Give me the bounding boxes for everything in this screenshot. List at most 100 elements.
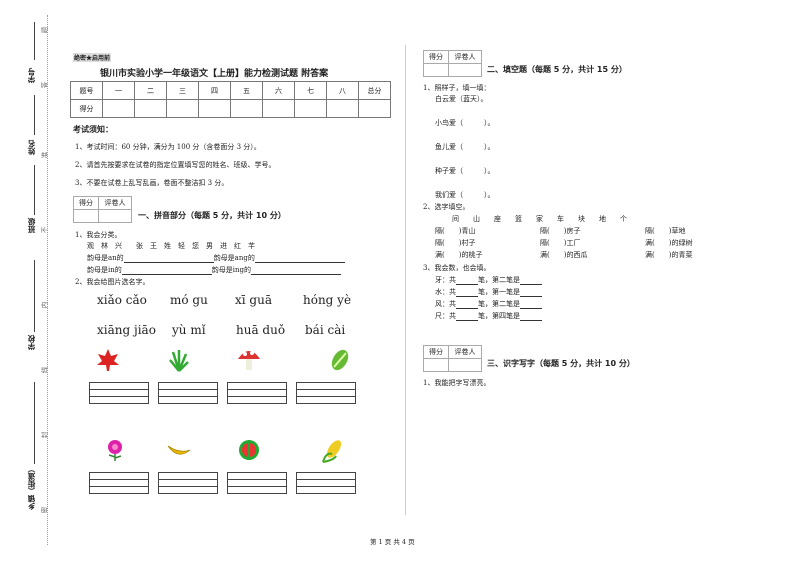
score-cell[interactable] xyxy=(294,99,327,118)
score-cell[interactable] xyxy=(358,99,391,118)
score-header: 总分 xyxy=(358,81,391,100)
section3-title: 三、识字写字（每题 5 分，共计 10 分） xyxy=(487,359,635,368)
stroke-item: 牙：共 笔，第二笔是 xyxy=(435,275,542,285)
blank-item: 种子爱（ ）。 xyxy=(435,167,495,175)
score-label: 得分 xyxy=(423,50,449,64)
writing-box[interactable] xyxy=(89,382,149,404)
question: 1、我能把字写漂亮。 xyxy=(423,379,491,387)
stroke-label: 尺：共 xyxy=(435,312,456,320)
stroke-item: 尺：共 笔，第四笔是 xyxy=(435,311,542,321)
pinyin: xiǎo cǎo xyxy=(97,293,147,307)
blank-line xyxy=(34,382,35,464)
score-label: 得分 xyxy=(423,345,449,359)
score-label: 得分 xyxy=(73,196,99,210)
page-footer: 第 1 页 共 4 页 xyxy=(370,538,415,546)
pinyin: xiāng jiāo xyxy=(97,323,156,337)
question: 1、我会分类。 xyxy=(75,231,122,239)
fill-item: 满( )的绿树 xyxy=(645,239,693,247)
mushroom-icon xyxy=(238,351,260,370)
row-label: 韵母是in的 xyxy=(87,266,122,274)
score-cell[interactable] xyxy=(262,99,295,118)
grader-box: 得分 评卷人 xyxy=(423,50,482,77)
writing-box[interactable] xyxy=(158,472,218,494)
score-cell[interactable] xyxy=(134,99,167,118)
score-header: 四 xyxy=(198,81,231,100)
score-cell[interactable] xyxy=(326,99,359,118)
score-header: 一 xyxy=(102,81,135,100)
column-divider xyxy=(405,45,406,515)
seal-line xyxy=(47,15,48,545)
maple-leaf-icon xyxy=(97,349,119,371)
seal-char: 线 xyxy=(40,366,49,374)
label-township: 乡镇（街道） xyxy=(27,465,36,510)
reviewer-label: 评卷人 xyxy=(448,50,482,64)
label-name: 姓名 xyxy=(27,140,36,155)
seal-char: 封 xyxy=(40,431,49,439)
score-header: 六 xyxy=(262,81,295,100)
row-label: 韵母是ing的 xyxy=(211,266,251,274)
score-row-label: 得分 xyxy=(70,99,103,118)
pinyin: mó gu xyxy=(170,293,208,307)
question: 3、我会数，也会填。 xyxy=(423,264,491,272)
blank-line xyxy=(34,260,35,332)
question: 1、照样子，填一填： xyxy=(423,84,491,92)
writing-box[interactable] xyxy=(296,472,356,494)
notice-title: 考试须知： xyxy=(73,125,113,134)
blank-item: 我们爱（ ）。 xyxy=(435,191,495,199)
watermelon-icon xyxy=(239,440,259,460)
question: 2、选字填空。 xyxy=(423,203,470,211)
label-class: 班级 xyxy=(27,218,36,233)
score-header: 二 xyxy=(134,81,167,100)
char-list: 观 林 兴 张 王 姓 轻 您 男 进 红 芊 xyxy=(87,242,255,250)
pinyin: huā duǒ xyxy=(236,323,286,337)
fill-item: 满( )的西瓜 xyxy=(540,251,588,259)
fill-item: 隔( )草地 xyxy=(645,227,686,235)
page-title: 银川市实验小学一年级语文【上册】能力检测试题 附答案 xyxy=(100,69,329,79)
writing-box[interactable] xyxy=(158,382,218,404)
question: 2、我会给图片选名字。 xyxy=(75,278,150,286)
score-cell[interactable] xyxy=(166,99,199,118)
score-cell[interactable] xyxy=(102,99,135,118)
exam-page: 学号 姓名 班级 学校 乡镇（街道） 题 答 准 不 内 线 封 密 绝密★启用… xyxy=(0,0,800,565)
writing-box[interactable] xyxy=(227,382,287,404)
stroke-label: 笔，第二笔是 xyxy=(478,276,520,284)
stroke-label: 笔，第四笔是 xyxy=(478,312,520,320)
score-header: 八 xyxy=(326,81,359,100)
pinyin: bái cài xyxy=(305,323,346,337)
stroke-label: 笔，第一笔是 xyxy=(478,288,520,296)
seal-char: 密 xyxy=(40,506,49,514)
section2-title: 二、填空题（每题 5 分，共计 15 分） xyxy=(487,65,627,74)
writing-box[interactable] xyxy=(89,472,149,494)
label-student-id: 学号 xyxy=(27,68,36,83)
score-cell[interactable] xyxy=(198,99,231,118)
score-cell[interactable] xyxy=(230,99,263,118)
stroke-item: 风：共 笔，第二笔是 xyxy=(435,299,542,309)
stroke-item: 水：共 笔，第一笔是 xyxy=(435,287,542,297)
stroke-label: 水：共 xyxy=(435,288,456,296)
score-header: 三 xyxy=(166,81,199,100)
writing-box[interactable] xyxy=(227,472,287,494)
seal-char: 答 xyxy=(40,81,49,89)
notice-item: 1、考试时间：60 分钟，满分为 100 分（含卷面分 3 分）。 xyxy=(75,143,261,151)
grass-icon xyxy=(169,350,189,372)
fill-item: 隔( )房子 xyxy=(540,227,581,235)
reviewer-label: 评卷人 xyxy=(448,345,482,359)
fill-item: 隔( )青山 xyxy=(435,227,476,235)
row-label: 韵母是ang的 xyxy=(213,254,255,262)
pinyin: xī guā xyxy=(235,293,272,307)
score-header: 七 xyxy=(294,81,327,100)
score-header: 题号 xyxy=(70,81,103,100)
cabbage-icon xyxy=(331,349,349,371)
notice-item: 2、请首先按要求在试卷的指定位置填写您的姓名、班级、学号。 xyxy=(75,161,276,169)
fill-item: 隔( )村子 xyxy=(435,239,476,247)
blank-line xyxy=(34,22,35,60)
flower-icon xyxy=(108,440,122,461)
pinyin: yù mǐ xyxy=(172,323,206,337)
row-label: 韵母是an的 xyxy=(87,254,124,262)
grader-box: 得分 评卷人 xyxy=(423,345,482,372)
fill-item: 隔( )工厂 xyxy=(540,239,581,247)
blank-item: 鱼儿爱（ ）。 xyxy=(435,143,495,151)
grader-box: 得分 评卷人 xyxy=(73,196,132,223)
writing-box[interactable] xyxy=(296,382,356,404)
fill-item: 满( )的青菜 xyxy=(645,251,693,259)
